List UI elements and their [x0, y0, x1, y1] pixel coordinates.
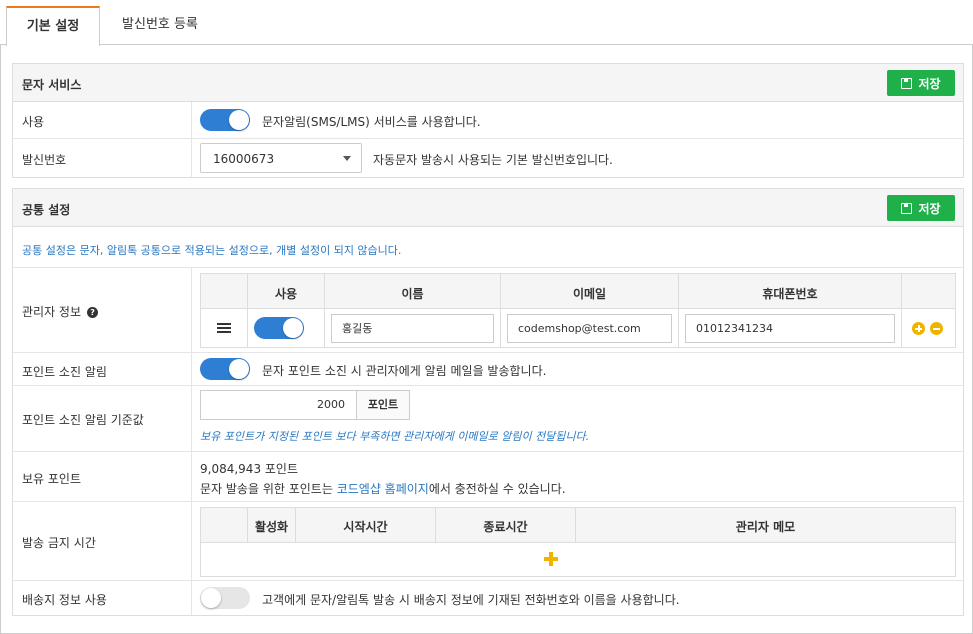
settings-content: 문자 서비스 저장 사용 문자알림(SMS/LMS) 서비스를 사용합니다. 발…: [0, 45, 973, 634]
point-alert-toggle[interactable]: [200, 358, 250, 380]
point-threshold-input[interactable]: 2000: [201, 391, 356, 419]
homepage-link[interactable]: 코드엠샵 홈페이지: [337, 482, 429, 496]
save-icon: [901, 202, 913, 214]
panel-title: 공통 설정: [22, 203, 71, 217]
column-header: 휴대폰번호: [762, 287, 818, 301]
drag-handle-icon[interactable]: [217, 323, 231, 334]
sender-number-row: 발신번호 16000673 자동문자 발송시 사용되는 기본 발신번호입니다.: [13, 139, 963, 178]
add-row-icon[interactable]: [912, 322, 925, 335]
add-block-time-icon[interactable]: [544, 552, 558, 566]
row-label: 포인트 소진 알림: [22, 365, 107, 379]
admin-email-input[interactable]: codemshop@test.com: [507, 314, 672, 343]
column-header: 종료시간: [483, 520, 528, 534]
admin-use-toggle[interactable]: [254, 317, 304, 339]
save-icon: [901, 77, 913, 89]
row-label: 관리자 정보?: [22, 303, 99, 320]
column-header: 사용: [274, 287, 298, 301]
row-label: 발신번호: [22, 153, 67, 167]
shipping-info-row: 배송지 정보 사용 고객에게 문자/알림톡 발송 시 배송지 정보에 기재된 전…: [13, 581, 963, 615]
common-settings-panel: 공통 설정 저장 공통 설정은 문자, 알림톡 공통으로 적용되는 설정으로, …: [12, 188, 964, 616]
shipping-info-toggle[interactable]: [200, 587, 250, 609]
remove-row-icon[interactable]: [930, 322, 943, 335]
column-header: 시작시간: [343, 520, 388, 534]
row-description: 고객에게 문자/알림톡 발송 시 배송지 정보에 기재된 전화번호와 이름을 사…: [262, 593, 680, 607]
column-header: 관리자 메모: [735, 520, 796, 534]
points-charge-description: 문자 발송을 위한 포인트는 코드엠샵 홈페이지에서 충전하실 수 있습니다.: [200, 482, 566, 496]
column-header: 이름: [401, 287, 424, 301]
row-label: 포인트 소진 알림 기준값: [22, 413, 144, 427]
sms-use-toggle[interactable]: [200, 109, 250, 131]
panel-header: 공통 설정 저장: [13, 189, 963, 227]
sms-use-row: 사용 문자알림(SMS/LMS) 서비스를 사용합니다.: [13, 102, 963, 139]
save-button[interactable]: 저장: [887, 70, 955, 96]
row-description: 자동문자 발송시 사용되는 기본 발신번호입니다.: [373, 153, 613, 167]
row-label: 배송지 정보 사용: [22, 593, 107, 607]
column-header: 활성화: [254, 520, 289, 534]
panel-header: 문자 서비스 저장: [13, 64, 963, 102]
save-button-label: 저장: [918, 76, 941, 91]
save-button-label: 저장: [918, 201, 941, 216]
point-unit-addon: 포인트: [356, 391, 409, 419]
points-amount: 9,084,943 포인트: [200, 462, 299, 476]
notice-row: 공통 설정은 문자, 알림톡 공통으로 적용되는 설정으로, 개별 설정이 되지…: [13, 227, 963, 268]
block-time-row: 발송 금지 시간 활성화 시작시간 종료시간 관리자 메모: [13, 502, 963, 581]
select-value: 16000673: [213, 152, 275, 166]
row-label: 보유 포인트: [22, 472, 82, 486]
sender-number-select[interactable]: 16000673: [200, 143, 362, 173]
admin-phone-input[interactable]: 01012341234: [685, 314, 895, 343]
notice-text: 공통 설정은 문자, 알림톡 공통으로 적용되는 설정으로, 개별 설정이 되지…: [22, 244, 402, 257]
point-alert-row: 포인트 소진 알림 문자 포인트 소진 시 관리자에게 알림 메일을 발송합니다…: [13, 353, 963, 386]
row-label: 발송 금지 시간: [22, 536, 96, 550]
chevron-down-icon: [343, 156, 351, 161]
question-circle-icon[interactable]: ?: [87, 307, 99, 318]
point-threshold-input-group: 2000 포인트: [200, 390, 410, 420]
admin-table: 사용 이름 이메일 휴대폰번호 홍길동 codemshop@test.com 0…: [200, 273, 956, 348]
panel-title: 문자 서비스: [22, 78, 82, 92]
block-time-table: 활성화 시작시간 종료시간 관리자 메모: [200, 507, 956, 577]
tab-bar: 기본 설정 발신번호 등록: [0, 0, 973, 46]
row-label: 사용: [22, 115, 45, 129]
sms-service-panel: 문자 서비스 저장 사용 문자알림(SMS/LMS) 서비스를 사용합니다. 발…: [12, 63, 964, 178]
save-button[interactable]: 저장: [887, 195, 955, 221]
row-description: 문자알림(SMS/LMS) 서비스를 사용합니다.: [262, 115, 481, 129]
row-description: 문자 포인트 소진 시 관리자에게 알림 메일을 발송합니다.: [262, 364, 547, 378]
tab-sender-number-registration[interactable]: 발신번호 등록: [110, 6, 210, 45]
points-held-row: 보유 포인트 9,084,943 포인트 문자 발송을 위한 포인트는 코드엠샵…: [13, 452, 963, 502]
admin-info-row: 관리자 정보? 사용 이름 이메일 휴대폰번호 홍길동 codemshop@te…: [13, 268, 963, 353]
column-header: 이메일: [572, 287, 607, 301]
point-threshold-note: 보유 포인트가 지정된 포인트 보다 부족하면 관리자에게 이메일로 알림이 전…: [200, 430, 590, 443]
admin-name-input[interactable]: 홍길동: [331, 314, 494, 343]
tab-basic-settings[interactable]: 기본 설정: [6, 6, 100, 46]
point-threshold-row: 포인트 소진 알림 기준값 2000 포인트 보유 포인트가 지정된 포인트 보…: [13, 386, 963, 452]
